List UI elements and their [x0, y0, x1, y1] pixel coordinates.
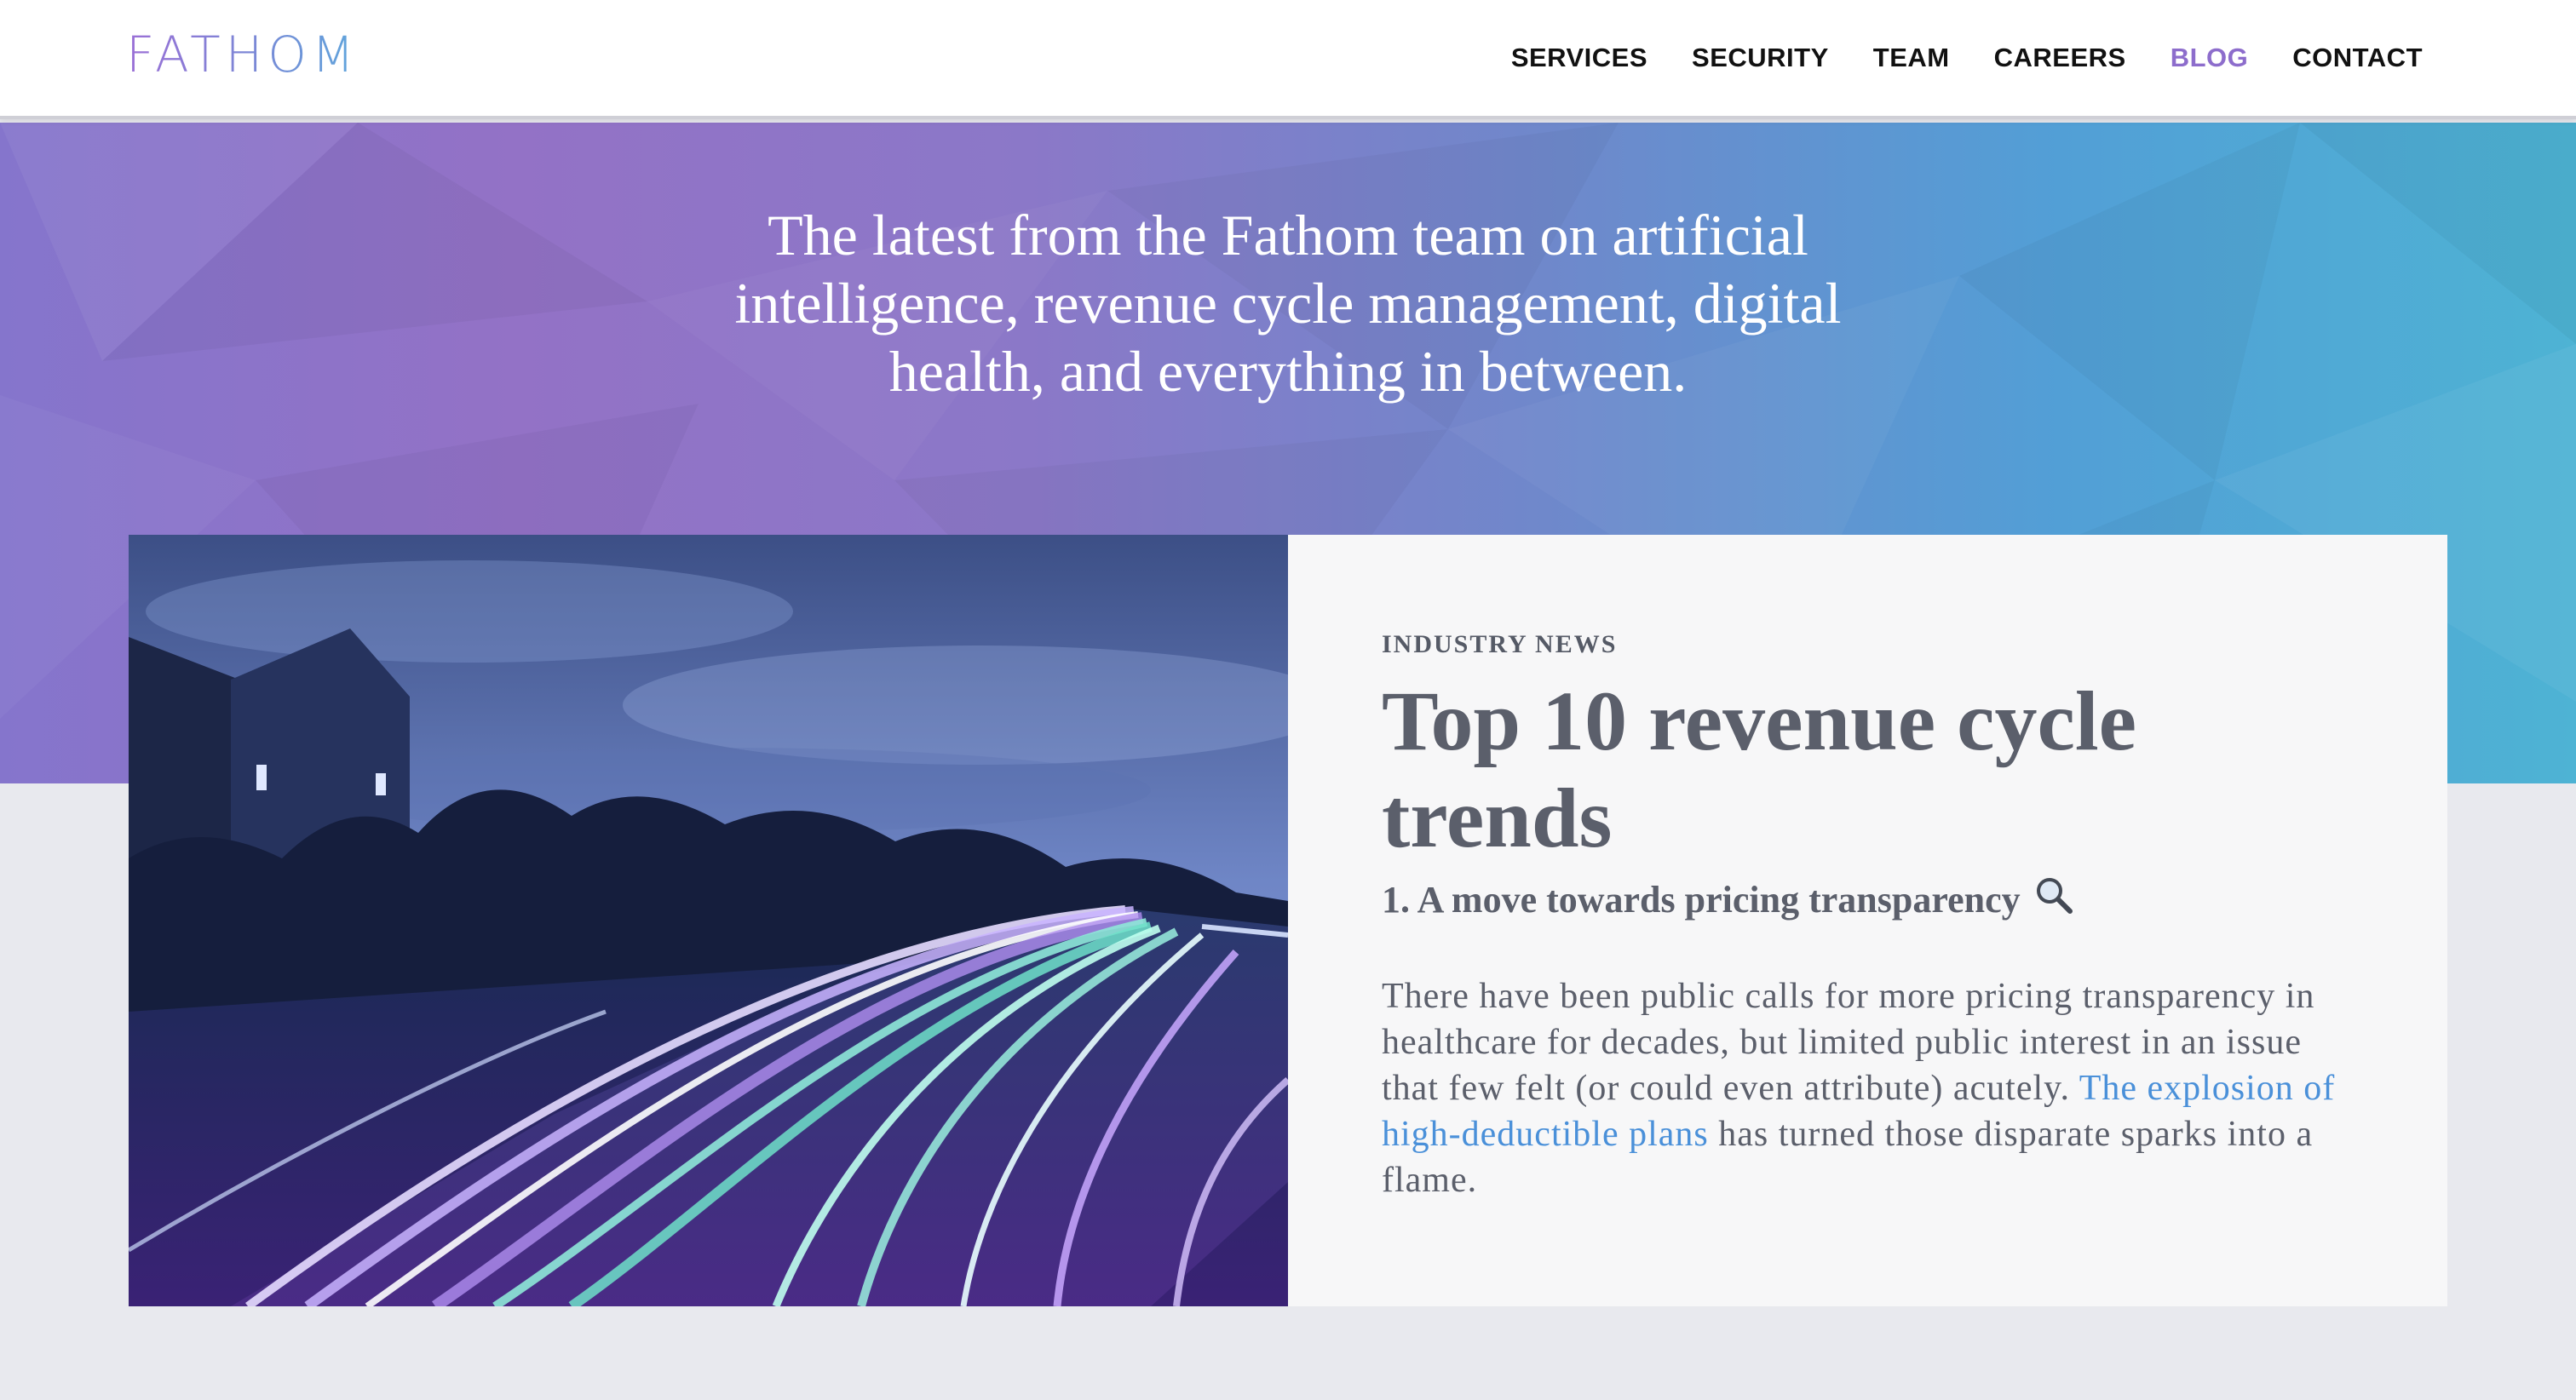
main-nav: SERVICES SECURITY TEAM CAREERS BLOG CONT… [1511, 43, 2423, 73]
post-subtitle: 1. A move towards pricing transparency [1382, 875, 2354, 924]
post-category[interactable]: INDUSTRY NEWS [1382, 630, 2354, 659]
site-header: FATHOM SERVICES SECURITY TEAM CAREERS BL… [0, 0, 2576, 119]
post-subtitle-text: 1. A move towards pricing transparency [1382, 879, 2021, 921]
post-excerpt: There have been public calls for more pr… [1382, 973, 2354, 1203]
nav-blog[interactable]: BLOG [2171, 43, 2249, 73]
fathom-logo[interactable]: FATHOM [126, 26, 359, 83]
magnifying-glass-icon [2034, 875, 2073, 924]
highway-light-trails-photo [129, 535, 1288, 1306]
post-title[interactable]: Top 10 revenue cycle trends [1382, 673, 2354, 867]
nav-contact[interactable]: CONTACT [2292, 43, 2423, 73]
nav-careers[interactable]: CAREERS [1994, 43, 2126, 73]
featured-post-card[interactable]: INDUSTRY NEWS Top 10 revenue cycle trend… [129, 535, 2447, 1306]
blog-page: FATHOM SERVICES SECURITY TEAM CAREERS BL… [0, 0, 2576, 1400]
nav-team[interactable]: TEAM [1873, 43, 1950, 73]
featured-post-content: INDUSTRY NEWS Top 10 revenue cycle trend… [1288, 535, 2447, 1306]
nav-services[interactable]: SERVICES [1511, 43, 1647, 73]
nav-security[interactable]: SECURITY [1692, 43, 1829, 73]
featured-post-image[interactable] [129, 535, 1288, 1306]
hero-tagline: The latest from the Fathom team on artif… [734, 203, 1842, 404]
